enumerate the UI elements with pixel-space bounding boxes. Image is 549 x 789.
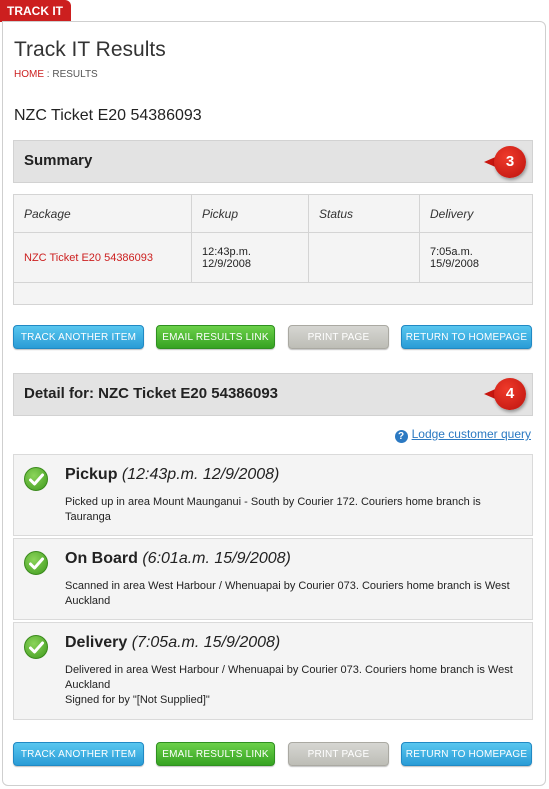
event-delivery: Delivery (7:05a.m. 15/9/2008) Delivered … bbox=[13, 622, 533, 720]
col-delivery: Delivery bbox=[419, 194, 533, 233]
return-home-button[interactable]: RETURN TO HOMEPAGE bbox=[401, 742, 532, 766]
event-name: Pickup bbox=[65, 466, 118, 483]
table-footer-cell bbox=[13, 282, 533, 305]
step-4-marker: 4 bbox=[484, 378, 526, 410]
pickup-time: 12:43p.m. bbox=[202, 245, 251, 258]
detail-header: Detail for: NZC Ticket E20 54386093 bbox=[13, 373, 533, 416]
help-icon: ? bbox=[394, 430, 408, 443]
action-buttons-bottom: TRACK ANOTHER ITEM EMAIL RESULTS LINK PR… bbox=[13, 742, 533, 766]
col-status: Status bbox=[308, 194, 420, 233]
table-row: NZC Ticket E20 54386093 12:43p.m. 12/9/20… bbox=[13, 232, 533, 283]
lodge-query-label: Lodge customer query bbox=[411, 427, 531, 441]
summary-header: Summary bbox=[13, 140, 533, 183]
track-it-tab[interactable]: TRACK IT bbox=[0, 0, 71, 22]
detail-heading: Detail for: NZC Ticket E20 54386093 bbox=[24, 385, 279, 402]
table-footer-row bbox=[13, 282, 533, 305]
event-title: On Board (6:01a.m. 15/9/2008) bbox=[65, 550, 291, 568]
signed-for-text: Signed for by "[Not Supplied]" bbox=[65, 694, 210, 706]
event-pickup: Pickup (12:43p.m. 12/9/2008) Picked up i… bbox=[13, 454, 533, 536]
event-description: Picked up in area Mount Maunganui - Sout… bbox=[65, 496, 481, 523]
delivery-date: 15/9/2008 bbox=[430, 257, 479, 270]
track-another-button[interactable]: TRACK ANOTHER ITEM bbox=[13, 325, 144, 349]
breadcrumb-home-link[interactable]: HOME bbox=[14, 69, 44, 80]
check-icon bbox=[24, 467, 48, 491]
status-cell bbox=[308, 232, 420, 283]
breadcrumb: HOME : RESULTS bbox=[14, 69, 98, 80]
print-page-button[interactable]: PRINT PAGE bbox=[288, 325, 389, 349]
event-time: (7:05a.m. 15/9/2008) bbox=[131, 634, 281, 651]
summary-heading: Summary bbox=[24, 152, 93, 169]
page-title: Track IT Results bbox=[14, 38, 166, 61]
event-title: Pickup (12:43p.m. 12/9/2008) bbox=[65, 466, 279, 484]
email-results-button[interactable]: EMAIL RESULTS LINK bbox=[156, 325, 275, 349]
event-name: On Board bbox=[65, 550, 138, 567]
print-page-button[interactable]: PRINT PAGE bbox=[288, 742, 389, 766]
lodge-query-link[interactable]: ? Lodge customer query bbox=[394, 427, 531, 443]
step-3-marker: 3 bbox=[484, 146, 526, 178]
event-description: Delivered in area West Harbour / Whenuap… bbox=[65, 663, 525, 708]
summary-table: Package Pickup Status Delivery NZC Ticke… bbox=[13, 194, 533, 305]
ticket-heading: NZC Ticket E20 54386093 bbox=[14, 107, 202, 124]
email-results-button[interactable]: EMAIL RESULTS LINK bbox=[156, 742, 275, 766]
track-another-button[interactable]: TRACK ANOTHER ITEM bbox=[13, 742, 144, 766]
event-description-text: Delivered in area West Harbour / Whenuap… bbox=[65, 664, 513, 691]
event-time: (12:43p.m. 12/9/2008) bbox=[121, 466, 280, 483]
check-icon bbox=[24, 635, 48, 659]
col-package: Package bbox=[13, 194, 192, 233]
pickup-date: 12/9/2008 bbox=[202, 257, 251, 270]
event-on-board: On Board (6:01a.m. 15/9/2008) Scanned in… bbox=[13, 538, 533, 620]
event-time: (6:01a.m. 15/9/2008) bbox=[142, 550, 291, 567]
return-home-button[interactable]: RETURN TO HOMEPAGE bbox=[401, 325, 532, 349]
col-pickup: Pickup bbox=[191, 194, 309, 233]
package-link[interactable]: NZC Ticket E20 54386093 bbox=[13, 232, 192, 283]
delivery-cell: 7:05a.m. 15/9/2008 bbox=[419, 232, 533, 283]
marker-number: 4 bbox=[494, 378, 526, 410]
event-title: Delivery (7:05a.m. 15/9/2008) bbox=[65, 634, 280, 652]
pickup-cell: 12:43p.m. 12/9/2008 bbox=[191, 232, 309, 283]
action-buttons-top: TRACK ANOTHER ITEM EMAIL RESULTS LINK PR… bbox=[13, 325, 533, 349]
results-panel: Track IT Results HOME : RESULTS NZC Tick… bbox=[2, 21, 546, 786]
summary-header-row: Package Pickup Status Delivery bbox=[13, 194, 533, 233]
check-icon bbox=[24, 551, 48, 575]
event-description: Scanned in area West Harbour / Whenuapai… bbox=[65, 580, 510, 607]
event-name: Delivery bbox=[65, 634, 128, 651]
breadcrumb-current: RESULTS bbox=[52, 69, 98, 80]
delivery-time: 7:05a.m. bbox=[430, 245, 473, 258]
marker-number: 3 bbox=[494, 146, 526, 178]
